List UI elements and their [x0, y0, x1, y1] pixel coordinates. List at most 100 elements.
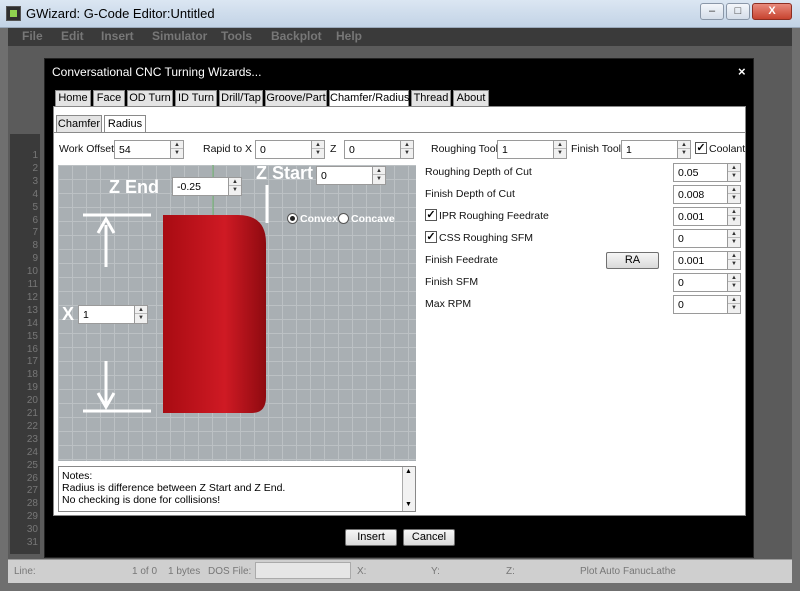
scroll-up-icon[interactable]: ▲ — [405, 468, 412, 475]
rapid-z-field[interactable]: 0 ▲ ▼ — [344, 140, 414, 159]
line-number: 30 — [26, 524, 38, 536]
maximize-button[interactable]: □ — [726, 3, 750, 20]
line-number: 5 — [32, 201, 38, 213]
css-label: CSS — [439, 232, 461, 244]
subtab-radius[interactable]: Radius — [104, 115, 146, 133]
status-z-label: Z: — [506, 566, 515, 577]
menu-insert[interactable]: Insert — [101, 29, 134, 43]
max-rpm-label: Max RPM — [425, 298, 472, 310]
cancel-button[interactable]: Cancel — [403, 529, 455, 546]
line-number: 9 — [32, 253, 38, 265]
line-number: 21 — [26, 408, 38, 419]
menu-simulator[interactable]: Simulator — [152, 29, 207, 43]
dialog-close-icon[interactable]: × — [738, 64, 746, 79]
line-number: 8 — [32, 240, 38, 252]
line-number: 28 — [26, 498, 38, 510]
status-y-label: Y: — [431, 566, 440, 577]
roughing-feedrate-label: Roughing Feedrate — [459, 210, 549, 222]
close-window-button[interactable]: X — [752, 3, 792, 20]
status-bytes: 1 bytes — [168, 566, 201, 577]
scroll-down-icon[interactable]: ▼ — [405, 501, 412, 508]
roughing-depth-field[interactable]: 0.05 ▲ ▼ — [673, 163, 741, 182]
line-number: 7 — [32, 227, 38, 239]
menu-help[interactable]: Help — [336, 29, 362, 43]
notes-line: Radius is difference between Z Start and… — [62, 482, 286, 494]
z-end-field[interactable]: -0.25 ▲ ▼ — [172, 177, 242, 196]
tab-about[interactable]: About — [453, 90, 489, 107]
roughing-sfm-label: Roughing SFM — [463, 232, 534, 244]
status-x-label: X: — [357, 566, 367, 577]
tab-id-turn[interactable]: ID Turn — [175, 90, 217, 107]
tab-face[interactable]: Face — [93, 90, 125, 107]
tab-drill-tap[interactable]: Drill/Tap — [219, 90, 263, 107]
roughing-sfm-field[interactable]: 0 ▲ ▼ — [673, 229, 741, 248]
finish-sfm-field[interactable]: 0 ▲ ▼ — [673, 273, 741, 292]
menu-tools[interactable]: Tools — [221, 29, 252, 43]
minimize-button[interactable]: – — [700, 3, 724, 20]
finish-tool-label: Finish Tool — [571, 143, 621, 155]
tab-home[interactable]: Home — [55, 90, 91, 107]
line-number: 31 — [26, 537, 38, 548]
line-number: 18 — [26, 369, 38, 381]
roughing-tool-label: Roughing Tool — [431, 143, 498, 155]
work-offset-label: Work Offset — [59, 143, 115, 155]
line-number: 27 — [26, 485, 38, 497]
line-number: 15 — [26, 330, 38, 342]
tab-thread[interactable]: Thread — [411, 90, 451, 107]
max-rpm-field[interactable]: 0 ▲ ▼ — [673, 295, 741, 314]
convex-label: Convex — [300, 213, 338, 225]
line-number: 19 — [26, 382, 38, 394]
line-number: 2 — [32, 162, 38, 174]
finish-tool-field[interactable]: 1 ▲ ▼ — [621, 140, 691, 159]
concave-radio[interactable] — [338, 213, 349, 224]
line-number: 29 — [26, 511, 38, 523]
subtab-chamfer[interactable]: Chamfer — [56, 115, 102, 133]
line-number: 22 — [26, 420, 38, 432]
line-number: 26 — [26, 472, 38, 484]
line-number: 4 — [32, 188, 38, 200]
coolant-label: Coolant — [709, 143, 746, 155]
x-label: X — [62, 304, 75, 324]
concave-label: Concave — [351, 213, 395, 225]
finish-sfm-label: Finish SFM — [425, 276, 479, 288]
notes-heading: Notes: — [62, 470, 93, 482]
roughing-feedrate-field[interactable]: 0.001 ▲ ▼ — [673, 207, 741, 226]
subtab-divider — [53, 132, 746, 133]
line-number: 17 — [26, 356, 38, 368]
status-line-label: Line: — [14, 566, 36, 577]
roughing-tool-field[interactable]: 1 ▲ ▼ — [497, 140, 567, 159]
tab-groove-part[interactable]: Groove/Part — [265, 90, 327, 107]
part-shape — [163, 215, 266, 413]
work-offset-field[interactable]: 54 ▲ ▼ — [114, 140, 184, 159]
line-number: 16 — [26, 343, 38, 355]
convex-radio[interactable] — [287, 213, 298, 224]
line-number: 24 — [26, 446, 38, 458]
menu-file[interactable]: File — [22, 29, 43, 43]
rapid-x-label: Rapid to X — [203, 143, 253, 155]
finish-feedrate-label: Finish Feedrate — [425, 254, 498, 266]
x-field[interactable]: 1 ▲ ▼ — [78, 305, 148, 324]
notes-box[interactable]: Notes: Radius is difference between Z St… — [58, 466, 416, 512]
roughing-depth-label: Roughing Depth of Cut — [425, 166, 532, 178]
line-number: 20 — [26, 395, 38, 407]
line-number: 25 — [26, 459, 38, 471]
finish-depth-label: Finish Depth of Cut — [425, 188, 515, 200]
tab-od-turn[interactable]: OD Turn — [127, 90, 173, 107]
notes-line: No checking is done for collisions! — [62, 494, 221, 506]
z-start-label: Z Start — [256, 163, 314, 183]
insert-button[interactable]: Insert — [345, 529, 397, 546]
rapid-x-field[interactable]: 0 ▲ ▼ — [255, 140, 325, 159]
status-dos-file-label: DOS File: — [208, 566, 252, 577]
line-number: 11 — [27, 279, 38, 290]
z-start-field[interactable]: 0 ▲ ▼ — [316, 166, 386, 185]
dos-file-field[interactable] — [255, 562, 351, 579]
coolant-checkbox[interactable]: ✓ — [695, 142, 707, 154]
finish-feedrate-field[interactable]: 0.001 ▲ ▼ — [673, 251, 741, 270]
menu-edit[interactable]: Edit — [61, 29, 84, 43]
menu-backplot[interactable]: Backplot — [271, 29, 322, 43]
finish-depth-field[interactable]: 0.008 ▲ ▼ — [673, 185, 741, 204]
ra-button[interactable]: RA — [606, 252, 659, 269]
notes-scrollbar[interactable]: ▲ ▼ — [402, 467, 415, 511]
ipr-checkbox[interactable]: ✓ — [425, 209, 437, 221]
css-checkbox[interactable]: ✓ — [425, 231, 437, 243]
